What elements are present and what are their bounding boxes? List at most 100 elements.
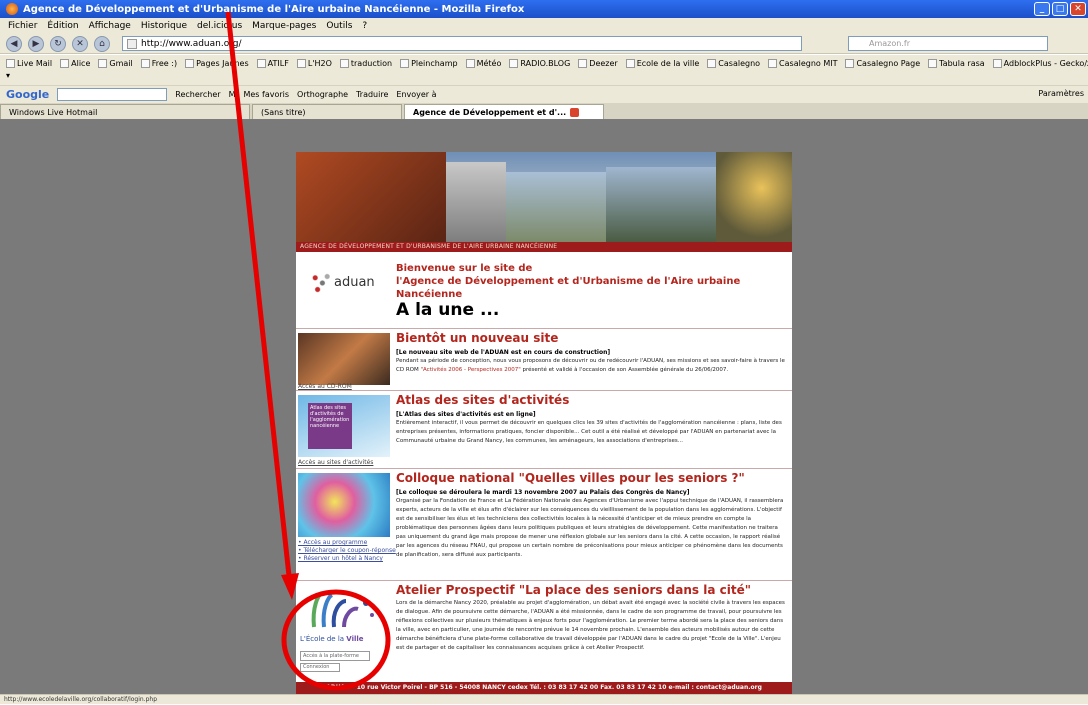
bookmark-icon — [928, 58, 938, 68]
bookmark-item[interactable]: Tabula rasa — [928, 58, 985, 68]
home-button[interactable]: ⌂ — [94, 35, 110, 52]
bookmark-icon — [256, 58, 266, 68]
bookmark-overflow-icon[interactable]: ▾ — [6, 71, 10, 80]
stop-button[interactable]: ✕ — [72, 35, 88, 52]
bookmark-item[interactable]: Pages Jaunes — [185, 58, 249, 68]
bookmark-item[interactable]: ATILF — [256, 58, 289, 68]
connexion-button[interactable]: Connexion — [300, 663, 340, 672]
menu-marque-pages[interactable]: Marque-pages — [252, 21, 316, 31]
close-window-button[interactable]: ✕ — [1070, 2, 1086, 16]
tab-bar: Windows Live Hotmail (Sans titre) Agence… — [0, 103, 1088, 119]
bookmark-icon — [400, 58, 410, 68]
hotel-link[interactable]: • Réserver un hôtel à Nancy — [298, 555, 396, 563]
cdrom-link[interactable]: Accès au CD-ROM — [298, 383, 352, 390]
bookmark-item[interactable]: Pleinchamp — [400, 58, 458, 68]
bookmark-icon — [140, 58, 150, 68]
tab-label: (Sans titre) — [261, 107, 306, 117]
section-body: Organisé par la Fondation de France et L… — [396, 498, 784, 558]
window-title: Agence de Développement et d'Urbanisme d… — [23, 3, 525, 15]
atlas-link[interactable]: Accès au sites d'activités — [298, 459, 373, 466]
bookmark-label: Casalegno — [718, 58, 761, 68]
menu-outils[interactable]: Outils — [326, 21, 352, 31]
bookmark-icon — [625, 58, 635, 68]
bookmark-label: traduction — [350, 58, 393, 68]
coupon-link[interactable]: • Télécharger le coupon-réponse — [298, 547, 396, 555]
google-logo: Google — [6, 88, 50, 101]
menu-edition[interactable]: Édition — [47, 21, 78, 31]
section-subtitle: [L'Atlas des sites d'activités est en li… — [396, 411, 536, 418]
tab-hotmail[interactable]: Windows Live Hotmail — [0, 104, 250, 119]
firefox-icon — [6, 3, 18, 15]
atlas-cover: Atlas des sites d'activités de l'agglomé… — [308, 403, 352, 449]
section-title: Atlas des sites d'activités — [396, 393, 570, 407]
menu-aide[interactable]: ? — [362, 21, 367, 31]
bookmark-icon — [185, 58, 195, 68]
google-traduire-button[interactable]: Traduire — [356, 90, 388, 99]
bookmark-label: Pages Jaunes — [196, 58, 249, 68]
google-orthographe-button[interactable]: Orthographe — [297, 90, 348, 99]
section-title: Atelier Prospectif "La place des seniors… — [396, 583, 751, 597]
bookmark-item[interactable]: Deezer — [578, 58, 618, 68]
reload-button[interactable]: ↻ — [50, 35, 66, 52]
menu-affichage[interactable]: Affichage — [89, 21, 131, 31]
bookmark-item[interactable]: Météo — [465, 58, 502, 68]
bookmark-label: Casalegno MIT — [779, 58, 838, 68]
google-rechercher-button[interactable]: Rechercher — [175, 90, 220, 99]
bookmarks-bar: Live Mail Alice Gmail Free :) Pages Jaunes AT… — [0, 55, 1088, 71]
bookmark-label: L'H2O — [307, 58, 332, 68]
bookmark-item[interactable]: Gmail — [98, 58, 133, 68]
tab-label: Windows Live Hotmail — [9, 107, 98, 117]
bookmark-item[interactable]: Alice — [60, 58, 90, 68]
atlas-thumbnail[interactable]: Atlas des sites d'activités de l'agglomé… — [298, 395, 390, 457]
bookmark-item[interactable]: Casalegno Page — [845, 58, 921, 68]
bookmark-item[interactable]: Free :) — [140, 58, 177, 68]
search-input[interactable]: Amazon.fr — [848, 36, 1048, 51]
tab-aduan[interactable]: Agence de Développement et d'... — [404, 104, 604, 119]
bookmark-item[interactable]: Casalegno — [707, 58, 761, 68]
google-envoyer-button[interactable]: Envoyer à — [396, 90, 436, 99]
bookmark-item[interactable]: Casalegno MIT — [768, 58, 838, 68]
menu-fichier[interactable]: Fichier — [8, 21, 37, 31]
ecole-figures-icon — [311, 591, 374, 628]
navigation-toolbar: ◀ ▶ ↻ ✕ ⌂ http://www.aduan.org/ Amazon.f… — [0, 34, 1088, 54]
forward-button[interactable]: ▶ — [28, 35, 44, 52]
aduan-page: AGENCE DE DÉVELOPPEMENT ET D'URBANISME D… — [296, 152, 792, 694]
welcome-heading: Bienvenue sur le site de l'Agence de Dév… — [396, 262, 786, 301]
google-gmail-button[interactable]: M — [229, 90, 236, 99]
bookmark-label: Gmail — [109, 58, 133, 68]
bookmark-icon — [60, 58, 70, 68]
bookmarks-bar-overflow: ▾ — [0, 71, 1088, 85]
bookmark-icon — [339, 58, 349, 68]
google-parametres-button[interactable]: Paramètres — [1038, 89, 1084, 98]
minimize-button[interactable]: _ — [1034, 2, 1050, 16]
section-title: Colloque national "Quelles villes pour l… — [396, 471, 745, 485]
menu-historique[interactable]: Historique — [141, 21, 187, 31]
bookmark-item[interactable]: L'H2O — [296, 58, 332, 68]
ecole-de-la-ville-logo[interactable]: L'École de la Ville — [300, 587, 390, 647]
bookmark-item[interactable]: RADIO.BLOG — [509, 58, 570, 68]
back-button[interactable]: ◀ — [6, 35, 22, 52]
bookmark-item[interactable]: Live Mail — [6, 58, 52, 68]
google-favoris-button[interactable]: Mes favoris — [243, 90, 289, 99]
aduan-logo[interactable]: aduan — [306, 264, 386, 304]
colloque-thumbnail[interactable] — [298, 473, 390, 537]
programme-link[interactable]: • Accès au programme — [298, 539, 396, 547]
bookmark-item[interactable]: traduction — [339, 58, 393, 68]
url-bar[interactable]: http://www.aduan.org/ — [122, 36, 802, 51]
bookmark-item[interactable]: AdblockPlus - Gecko/zo... — [992, 58, 1088, 68]
cdrom-thumbnail[interactable] — [298, 333, 390, 385]
bookmark-label: Casalegno Page — [856, 58, 921, 68]
google-search-input[interactable] — [57, 88, 168, 101]
page-icon — [127, 38, 137, 49]
bookmark-item[interactable]: Ecole de la ville — [625, 58, 699, 68]
maximize-button[interactable]: □ — [1052, 2, 1068, 16]
bookmark-label: Météo — [476, 58, 502, 68]
bookmark-label: Tabula rasa — [939, 58, 985, 68]
menu-delicious[interactable]: del.icio.us — [197, 21, 242, 31]
google-toolbar: Google Rechercher M Mes favoris Orthogra… — [0, 85, 1088, 103]
plateforme-link[interactable]: Accès à la plate-forme — [300, 651, 370, 661]
tab-sans-titre[interactable]: (Sans titre) — [252, 104, 402, 119]
bookmark-icon — [98, 58, 108, 68]
close-tab-icon[interactable] — [570, 107, 580, 117]
page-footer: ADUAN - 10 rue Victor Poirel - BP 516 - … — [296, 682, 792, 694]
